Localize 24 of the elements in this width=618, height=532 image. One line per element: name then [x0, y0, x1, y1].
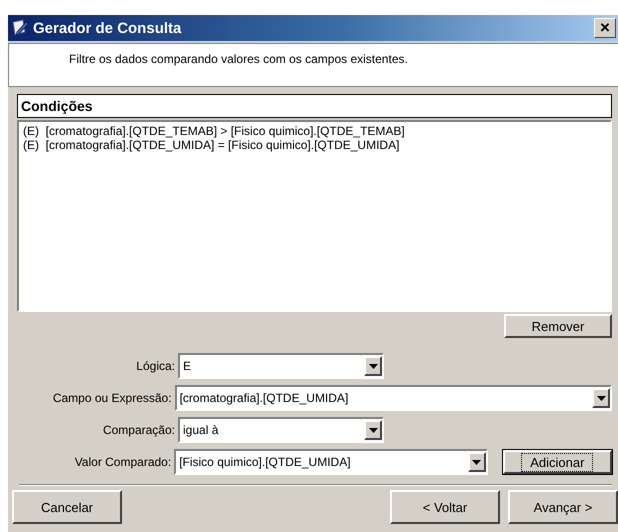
description-text: Filtre os dados comparando valores com os campos existentes. — [69, 52, 408, 66]
dropdown-field[interactable]: [cromatografia].[QTDE_UMIDA] — [174, 385, 612, 411]
field-label: Comparação: — [102, 423, 176, 437]
dropdown-field[interactable]: [Fisico quimico].[QTDE_UMIDA] — [174, 449, 488, 475]
window-title: Gerador de Consulta — [33, 20, 182, 36]
remove-button[interactable]: Remover — [504, 314, 612, 338]
dropdown-field[interactable]: E — [178, 353, 384, 379]
condition-item[interactable]: (E) [cromatografia].[QTDE_UMIDA] = [Fisico quimico].[QTDE_UMIDA] — [23, 138, 606, 152]
close-button[interactable]: × — [594, 18, 616, 38]
back-button[interactable]: < Voltar — [390, 490, 500, 524]
dropdown-field[interactable]: igual à — [178, 417, 384, 443]
conditions-heading: Condições — [17, 94, 612, 118]
field-label: Valor Comparado: — [74, 455, 172, 469]
dropdown-arrow-icon — [368, 428, 378, 432]
dropdown-arrow-icon — [368, 364, 378, 368]
add-button[interactable]: Adicionar — [502, 450, 612, 474]
field-label: Campo ou Expressão: — [52, 391, 173, 405]
dropdown-arrow-icon — [596, 396, 606, 400]
next-button[interactable]: Avançar > — [508, 490, 618, 524]
condition-item[interactable]: (E) [cromatografia].[QTDE_TEMAB] > [Fisico quimico].[QTDE_TEMAB] — [23, 124, 606, 138]
field-label: Lógica: — [135, 359, 176, 373]
document-pencil-icon — [11, 19, 29, 37]
cancel-button[interactable]: Cancelar — [12, 490, 122, 524]
dropdown-arrow-icon — [472, 460, 482, 464]
